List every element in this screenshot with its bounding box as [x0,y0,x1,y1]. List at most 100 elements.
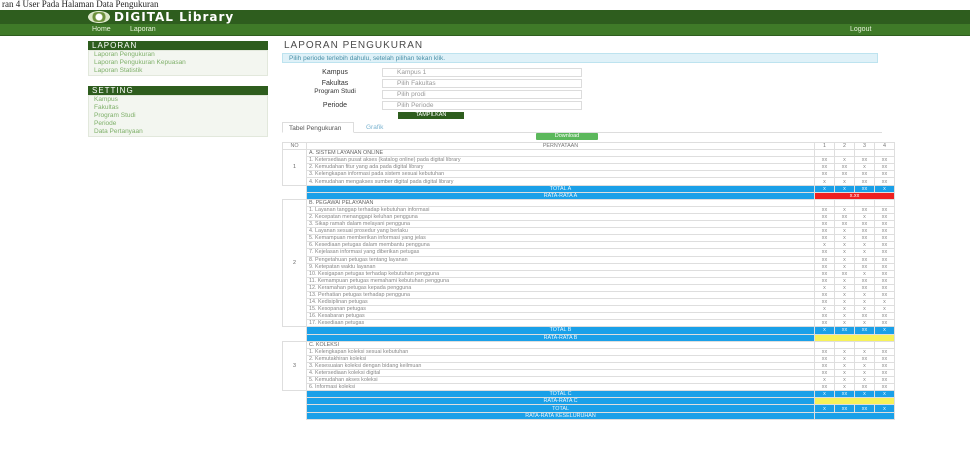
statement-text: 6. Informasi koleksi [306,383,815,392]
statement-text: 15. Kesopanan petugas [306,305,815,314]
sidebar-heading-setting: SETTING [88,86,268,95]
grand-total-value: xx [834,404,855,413]
grand-total-value: xx [854,404,875,413]
table-row: 7. Kejelasan informasi yang diberikan pe… [283,248,895,257]
score-cell: x [834,347,855,356]
header-score-4: 4 [874,141,895,151]
sidebar-laporan-list: Laporan Pengukuran Laporan Pengukuran Ke… [88,50,268,76]
total-value: x [874,184,895,193]
nav-home[interactable]: Home [92,24,111,36]
statement-text: 1. Kelengkapan koleksi sesuai kebutuhan [306,347,815,356]
table-row: 9. Ketepatan waktu layanan xx x xx xx [283,262,895,271]
statement-text: 8. Pengetahuan petugas tentang layanan [306,255,815,264]
score-cell: xx [874,156,895,165]
score-cell: x [814,241,835,250]
total-value: x [874,390,895,399]
section-number: 2 [282,198,307,328]
score-cell: x [834,354,855,363]
score-cell: x [834,319,855,328]
kampus-select[interactable]: Kampus 1 [382,68,582,77]
score-cell: x [834,298,855,307]
section-heading-row: 3 C. KOLEKSI [282,340,895,392]
average-row: RATA-RATA B [282,333,895,342]
download-button[interactable]: Download [536,133,598,140]
table-row: 4. Ketersediaan koleksi digital xx x x xx [283,368,895,378]
tampilkan-button[interactable]: TAMPILKAN [398,112,464,119]
total-label: TOTAL B [306,326,815,335]
average-value [814,397,895,406]
sidebar-item-pertanyaan[interactable]: Data Pertanyaan [89,128,267,136]
statement-text: 3. Kesesuaian koleksi dengan bidang keil… [306,361,815,371]
table-row: 1. Kelengkapan koleksi sesuai kebutuhan x… [283,347,895,356]
sidebar-item-laporan-kepuasan[interactable]: Laporan Pengukuran Kepuasan [89,59,267,67]
score-cell: xx [814,205,835,214]
score-cell: xx [854,262,875,271]
statement-text: 4. Ketersediaan koleksi digital [306,368,815,378]
score-cell: xx [854,383,875,392]
total-value: x [874,326,895,335]
score-cell: xx [854,354,875,363]
fakultas-label: Fakultas [321,80,349,87]
total-value: xx [854,326,875,335]
periode-select[interactable]: Pilih Periode [382,101,582,110]
sidebar-item-fakultas[interactable]: Fakultas [89,104,267,112]
tab-tabel-pengukuran[interactable]: Tabel Pengukuran [282,122,354,133]
sidebar-item-prodi[interactable]: Program Studi [89,112,267,120]
score-cell: x [834,305,855,314]
score-cell: x [854,347,875,356]
score-cell: xx [854,283,875,292]
table-row: 5. Kemudahan akses koleksi x x x xx [283,376,895,385]
score-cell: xx [814,255,835,264]
score-cell: xx [814,368,835,378]
form-row-kampus: Kampus Kampus 1 [282,68,582,78]
table-row: 1. Layanan tanggap terhadap kebutuhan in… [283,205,895,214]
score-cell: xx [874,170,895,179]
score-cell: xx [814,212,835,222]
sidebar-item-kampus[interactable]: Kampus [89,96,267,104]
table-row: 4. Layanan sesuai prosedur yang berlaku x… [283,227,895,236]
table-row: 6. Informasi koleksi xx x xx xx [283,383,895,392]
score-cell: xx [874,205,895,214]
total-value: x [814,326,835,335]
score-cell: xx [854,312,875,321]
section-heading: C. KOLEKSI [306,340,815,349]
statement-text: 9. Ketepatan waktu layanan [306,262,815,271]
score-cell: x [854,290,875,300]
grand-total-value: x [874,404,895,413]
score-cell: xx [854,177,875,186]
score-cell: xx [874,241,895,250]
score-cell: xx [874,220,895,229]
statement-text: 1. Ketersediaan pusat akses (katalog onl… [306,156,815,165]
score-cell: xx [814,248,835,257]
brand[interactable]: DIGITAL Library [88,10,234,24]
sidebar-item-laporan-pengukuran[interactable]: Laporan Pengukuran [89,51,267,59]
tab-grafik[interactable]: Grafik [360,122,389,133]
score-cell: x [874,305,895,314]
statement-text: 3. Sikap ramah dalam melayani pengguna [306,220,815,229]
sidebar-item-laporan-statistik[interactable]: Laporan Statistik [89,67,267,75]
score-cell: xx [874,255,895,264]
score-cell: xx [814,383,835,392]
total-label: TOTAL C [306,390,815,399]
statement-text: 2. Kemudahan fitur yang ada pada digital… [306,163,815,172]
score-cell: xx [814,163,835,172]
statement-text: 1. Layanan tanggap terhadap kebutuhan in… [306,205,815,214]
tab-bar: Tabel Pengukuran Grafik [282,122,882,133]
nav-laporan[interactable]: Laporan [130,24,156,36]
score-cell: xx [874,368,895,378]
statement-text: 4. Kemudahan mengakses sumber digital pa… [306,177,815,186]
score-cell: xx [814,312,835,321]
grand-average-row: RATA-RATA KESELURUHAN [282,411,895,420]
prodi-select[interactable]: Pilih prodi [382,90,582,99]
section-number: 1 [282,149,307,186]
nav-logout[interactable]: Logout [850,24,871,36]
table-row: 2. Kemutakhiran koleksi xx x xx xx [283,354,895,363]
score-cell: x [814,305,835,314]
score-cell: x [834,205,855,214]
grand-total-value: x [814,404,835,413]
average-value [814,333,895,342]
score-cell: x [854,368,875,378]
sidebar-item-periode[interactable]: Periode [89,120,267,128]
fakultas-select[interactable]: Pilih Fakultas [382,79,582,88]
statement-text: 17. Kesediaan petugas [306,319,815,328]
